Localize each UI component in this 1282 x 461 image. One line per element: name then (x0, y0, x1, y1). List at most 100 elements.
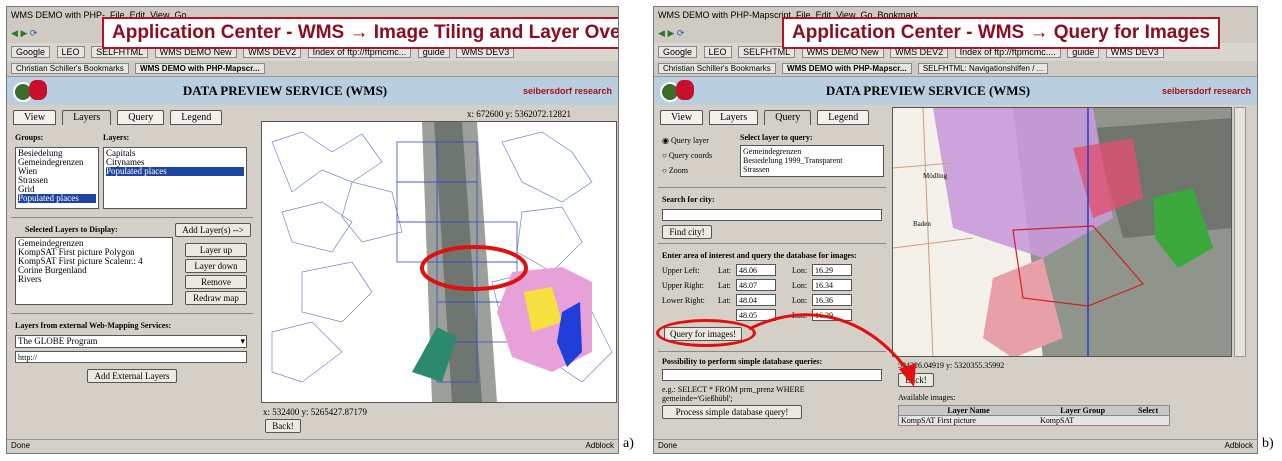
browser-tabs: Christian Schiller's Bookmarks WMS DEMO … (654, 61, 1257, 77)
reload-icon[interactable]: ⟳ (30, 28, 38, 38)
vertical-scrollbar[interactable] (1234, 107, 1246, 357)
lat-input[interactable]: 48.06 (736, 264, 776, 276)
layers-list[interactable]: Capitals Citynames Populated places (103, 147, 247, 209)
lon-input[interactable]: 16.36 (812, 294, 852, 306)
tab-query[interactable]: Query (117, 110, 165, 125)
groups-list[interactable]: Besiedelung Gemeindegrenzen Wien Strasse… (15, 147, 99, 209)
add-external-layers-button[interactable]: Add External Layers (87, 369, 177, 383)
col-select: Select (1138, 406, 1159, 415)
bookmark-leo[interactable]: LEO (703, 46, 732, 58)
tab-view[interactable]: View (13, 110, 57, 125)
app-logo-icon (660, 80, 694, 102)
lat-label: Lat: (718, 296, 731, 305)
radio-label: Query coords (668, 151, 713, 160)
map-view[interactable]: Mödling Baden (892, 107, 1232, 357)
lon-input[interactable]: 16.34 (812, 279, 852, 291)
window-title: WMS DEMO with PHP- (11, 10, 106, 20)
status-bar: Done Adblock (654, 439, 1257, 453)
forward-arrow-icon[interactable]: ▶ (667, 28, 674, 38)
bookmark-leo[interactable]: LEO (56, 46, 85, 58)
table-row[interactable]: KompSAT First picture KompSAT (898, 416, 1170, 426)
find-city-button[interactable]: Find city! (662, 225, 712, 239)
back-arrow-icon[interactable]: ◀ (658, 28, 665, 38)
tab-legend[interactable]: Legend (170, 110, 223, 125)
chevron-down-icon: ▾ (240, 336, 245, 346)
external-wms-select-value: The GLOBE Program (18, 336, 98, 346)
caption-a: a) (623, 436, 634, 451)
app-title: DATA PREVIEW SERVICE (WMS) (825, 83, 1031, 98)
back-button[interactable]: Back! (265, 419, 301, 433)
back-arrow-icon[interactable]: ◀ (11, 28, 18, 38)
status-text: Done (658, 441, 678, 450)
radio-label: Zoom (668, 166, 688, 175)
table-cell: KompSAT (1039, 416, 1075, 425)
screenshot-a: WMS DEMO with PHP- File Edit View Go ◀ ▶… (6, 6, 619, 454)
divider (658, 243, 886, 244)
row-name: Upper Left: (662, 266, 700, 275)
area-label: Enter area of interest and query the dat… (662, 251, 857, 260)
list-item[interactable]: Gemeindegrenzen (743, 147, 881, 156)
list-item[interactable]: Strassen (743, 165, 881, 174)
tab-wms-demo[interactable]: WMS DEMO with PHP-Mapscr... (782, 63, 912, 74)
list-item-selected[interactable]: Populated places (18, 194, 96, 203)
redraw-map-button[interactable]: Redraw map (185, 291, 247, 305)
tab-wms-demo[interactable]: WMS DEMO with PHP-Mapscr... (135, 63, 265, 74)
tab-query[interactable]: Query (764, 110, 812, 125)
divider (658, 187, 886, 188)
tab-legend[interactable]: Legend (817, 110, 870, 125)
place-label: Baden (913, 220, 931, 228)
coord-readout-top: x: 672600 y: 5362072.12821 (467, 109, 572, 119)
tab-selfhtml[interactable]: SELFHTML: Navigationshilfen / ... (917, 63, 1049, 74)
app-title: DATA PREVIEW SERVICE (WMS) (182, 83, 388, 98)
lat-label: Lat: (718, 266, 731, 275)
map-canvas[interactable] (262, 122, 617, 403)
lat-input[interactable]: 48.04 (736, 294, 776, 306)
table-cell-select[interactable] (1127, 416, 1169, 425)
lon-input[interactable]: 16.29 (812, 264, 852, 276)
tab-layers[interactable]: Layers (62, 110, 112, 125)
tab-layers[interactable]: Layers (709, 110, 759, 125)
tab-bar: View Layers Query Legend (7, 107, 257, 128)
col-layer-group: Layer Group (1060, 406, 1106, 415)
app-header: DATA PREVIEW SERVICE (WMS) seibersdorf r… (654, 77, 1257, 105)
map-view[interactable] (261, 121, 617, 403)
layer-down-button[interactable]: Layer down (185, 259, 247, 273)
layer-up-button[interactable]: Layer up (185, 243, 247, 257)
selected-layers-list[interactable]: Gemeindegrenzen KompSAT First picture Po… (15, 237, 173, 305)
bookmark-google[interactable]: Google (658, 46, 698, 58)
adblock-label[interactable]: Adblock (1225, 441, 1253, 450)
map-canvas[interactable]: Mödling Baden (893, 108, 1232, 357)
overlay-title: Application Center - WMS → Image Tiling … (102, 17, 618, 49)
forward-arrow-icon[interactable]: ▶ (20, 28, 27, 38)
reload-icon[interactable]: ⟳ (677, 28, 685, 38)
external-wms-select[interactable]: The GLOBE Program ▾ (15, 335, 247, 348)
add-layers-button[interactable]: Add Layer(s) --> (175, 223, 251, 237)
window-title: WMS DEMO with PHP-Mapscript (658, 10, 792, 20)
tab-view[interactable]: View (660, 110, 704, 125)
list-item[interactable]: Rivers (18, 275, 170, 284)
tab-bookmarks[interactable]: Christian Schiller's Bookmarks (11, 63, 129, 74)
layers-label: Layers: (103, 133, 130, 142)
query-layer-list[interactable]: Gemeindegrenzen Besiedelung 1999_Transpa… (740, 145, 884, 177)
lat-input[interactable]: 48.07 (736, 279, 776, 291)
city-search-input[interactable] (662, 209, 882, 221)
list-item-selected[interactable]: Populated places (106, 167, 244, 176)
radio-zoom[interactable]: ○ Zoom (662, 163, 712, 178)
list-item[interactable]: Besiedelung 1999_Transparent (743, 156, 881, 165)
app-logo-icon (13, 80, 47, 102)
process-query-button[interactable]: Process simple database query! (662, 405, 802, 419)
select-layer-label: Select layer to query: (740, 133, 813, 142)
bookmark-google[interactable]: Google (11, 46, 51, 58)
mode-radio-group: ◉ Query layer ○ Query coords ○ Zoom (662, 133, 712, 178)
search-city-label: Search for city: (662, 195, 715, 204)
radio-label: Query layer (670, 136, 709, 145)
adblock-label[interactable]: Adblock (586, 441, 614, 450)
external-url-input[interactable]: http:// (15, 351, 247, 363)
tab-bookmarks[interactable]: Christian Schiller's Bookmarks (658, 63, 776, 74)
selected-layers-label: Selected Layers to Display: (25, 225, 118, 234)
radio-query-coords[interactable]: ○ Query coords (662, 148, 712, 163)
place-label: Mödling (923, 172, 948, 180)
radio-query-layer[interactable]: ◉ Query layer (662, 133, 712, 148)
area-row: Upper Right: Lat: 48.07 Lon: 16.34 (662, 279, 886, 294)
remove-button[interactable]: Remove (185, 275, 247, 289)
